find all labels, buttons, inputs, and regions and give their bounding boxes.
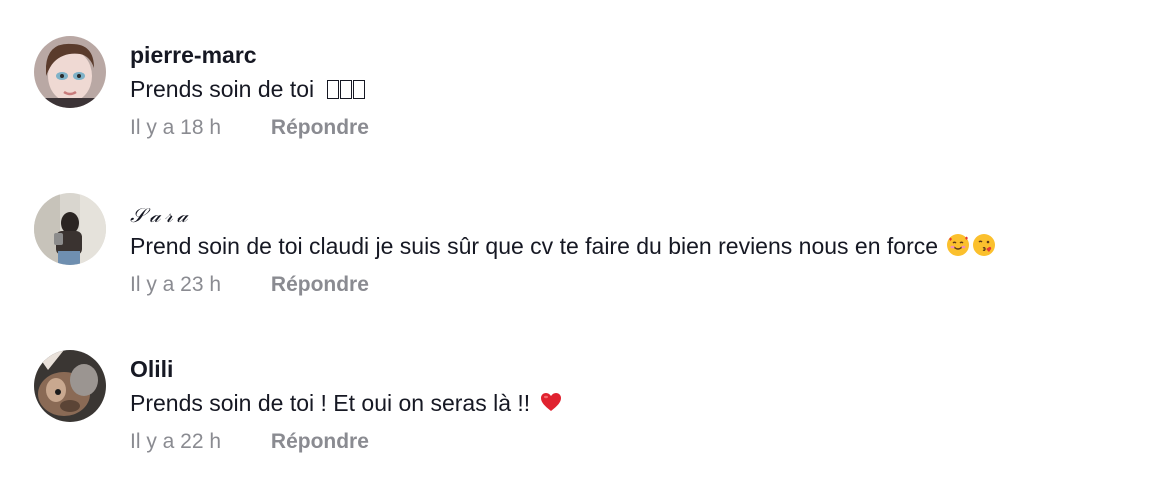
face-blowing-kiss-emoji — [972, 233, 996, 257]
avatar-image — [34, 193, 106, 265]
avatar-image — [34, 36, 106, 108]
red-heart-emoji — [539, 390, 563, 414]
username[interactable]: 𝒮𝒶𝓇𝒶 — [130, 203, 192, 227]
reply-button[interactable]: Répondre — [271, 430, 369, 453]
reply-button[interactable]: Répondre — [271, 116, 369, 139]
comment-text: Prend soin de toi claudi je suis sûr que… — [130, 233, 996, 260]
avatar[interactable] — [34, 193, 106, 265]
comment-text-body: Prends soin de toi — [130, 76, 315, 102]
unsupported-emoji-icon — [326, 76, 366, 102]
comment-item: 𝒮𝒶𝓇𝒶 Prend soin de toi claudi je suis sû… — [34, 193, 1154, 323]
timestamp: Il y a 18 h — [130, 116, 222, 139]
timestamp: Il y a 23 h — [130, 273, 222, 296]
comment-text: Prends soin de toi ! Et oui on seras là … — [130, 390, 563, 417]
avatar[interactable] — [34, 350, 106, 422]
reply-button[interactable]: Répondre — [271, 273, 369, 296]
timestamp: Il y a 22 h — [130, 430, 222, 453]
comment-meta: Il y a 18 h Répondre — [130, 116, 369, 140]
comment-text-body: Prend soin de toi claudi je suis sûr que… — [130, 233, 939, 259]
avatar-image — [34, 350, 106, 422]
comment-item: Olili Prends soin de toi ! Et oui on ser… — [34, 350, 1154, 480]
comment-item: pierre-marc Prends soin de toi Il y a 18… — [34, 36, 1154, 166]
smiling-face-with-hearts-emoji — [946, 233, 970, 257]
comment-meta: Il y a 22 h Répondre — [130, 430, 369, 454]
comment-meta: Il y a 23 h Répondre — [130, 273, 369, 297]
username[interactable]: pierre-marc — [130, 42, 257, 69]
avatar[interactable] — [34, 36, 106, 108]
comment-text-body: Prends soin de toi ! Et oui on seras là … — [130, 390, 531, 416]
username[interactable]: Olili — [130, 356, 173, 383]
comment-text: Prends soin de toi — [130, 76, 366, 103]
